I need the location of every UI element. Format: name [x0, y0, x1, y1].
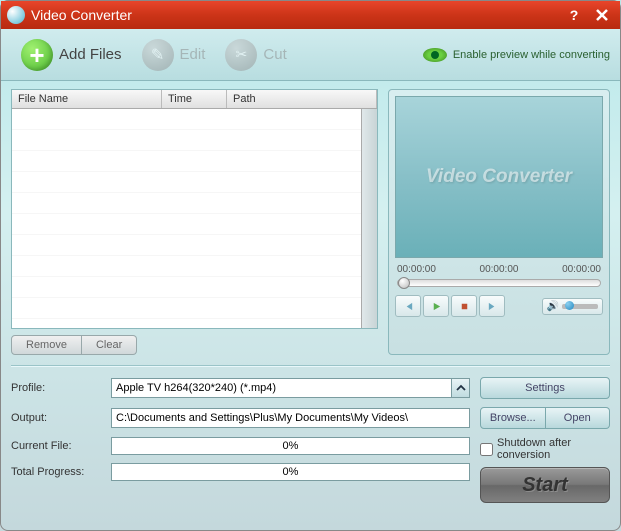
eye-icon [423, 48, 447, 62]
prev-button[interactable] [395, 295, 421, 317]
start-button[interactable]: Start [480, 467, 610, 503]
add-files-label: Add Files [59, 46, 122, 63]
time-end: 00:00:00 [562, 264, 601, 275]
next-button[interactable] [479, 295, 505, 317]
cut-icon [225, 39, 257, 71]
remove-button[interactable]: Remove [11, 335, 82, 355]
preview-watermark: Video Converter [426, 166, 572, 188]
shutdown-checkbox[interactable] [480, 443, 493, 456]
speaker-icon: 🔊 [547, 301, 559, 312]
open-button[interactable]: Open [546, 407, 611, 429]
video-preview[interactable]: Video Converter [395, 96, 603, 258]
volume-slider[interactable] [562, 304, 598, 309]
app-logo-icon [7, 6, 25, 24]
volume-control[interactable]: 🔊 [542, 298, 603, 315]
shutdown-label: Shutdown after conversion [497, 437, 610, 461]
play-button[interactable] [423, 295, 449, 317]
preview-toggle-label: Enable preview while converting [453, 49, 610, 61]
total-progress-percent: 0% [283, 466, 299, 478]
profile-select[interactable]: Apple TV h264(320*240) (*.mp4) [111, 378, 470, 398]
volume-thumb[interactable] [565, 301, 574, 310]
edit-button: Edit [132, 35, 216, 75]
seek-thumb[interactable] [398, 277, 410, 289]
edit-label: Edit [180, 46, 206, 63]
scrollbar[interactable] [361, 109, 377, 328]
settings-button[interactable]: Settings [480, 377, 610, 399]
edit-icon [142, 39, 174, 71]
current-file-percent: 0% [283, 440, 299, 452]
help-button[interactable]: ? [562, 5, 586, 25]
file-table-body[interactable] [12, 109, 361, 328]
chevron-up-icon[interactable] [451, 379, 469, 397]
col-filename[interactable]: File Name [12, 90, 162, 108]
app-title: Video Converter [31, 7, 132, 23]
close-button[interactable] [590, 5, 614, 25]
current-file-progress: 0% [111, 437, 470, 455]
col-path[interactable]: Path [227, 90, 377, 108]
stop-button[interactable] [451, 295, 477, 317]
total-progress-label: Total Progress: [11, 466, 101, 478]
toolbar: Add Files Edit Cut Enable preview while … [1, 29, 620, 81]
file-table: File Name Time Path [11, 89, 378, 329]
seek-slider[interactable] [397, 279, 601, 287]
profile-value: Apple TV h264(320*240) (*.mp4) [116, 382, 276, 394]
plus-icon [21, 39, 53, 71]
profile-label: Profile: [11, 382, 101, 394]
cut-button: Cut [215, 35, 296, 75]
output-value: C:\Documents and Settings\Plus\My Docume… [116, 412, 408, 424]
output-field[interactable]: C:\Documents and Settings\Plus\My Docume… [111, 408, 470, 428]
total-progress: 0% [111, 463, 470, 481]
current-file-label: Current File: [11, 440, 101, 452]
cut-label: Cut [263, 46, 286, 63]
time-mid: 00:00:00 [480, 264, 519, 275]
browse-button[interactable]: Browse... [480, 407, 546, 429]
preview-toggle[interactable]: Enable preview while converting [423, 48, 610, 62]
title-bar: Video Converter ? [1, 1, 620, 29]
preview-panel: Video Converter 00:00:00 00:00:00 00:00:… [388, 89, 610, 355]
time-start: 00:00:00 [397, 264, 436, 275]
col-time[interactable]: Time [162, 90, 227, 108]
add-files-button[interactable]: Add Files [11, 35, 132, 75]
clear-button[interactable]: Clear [82, 335, 137, 355]
shutdown-checkbox-row[interactable]: Shutdown after conversion [480, 437, 610, 461]
output-label: Output: [11, 412, 101, 424]
